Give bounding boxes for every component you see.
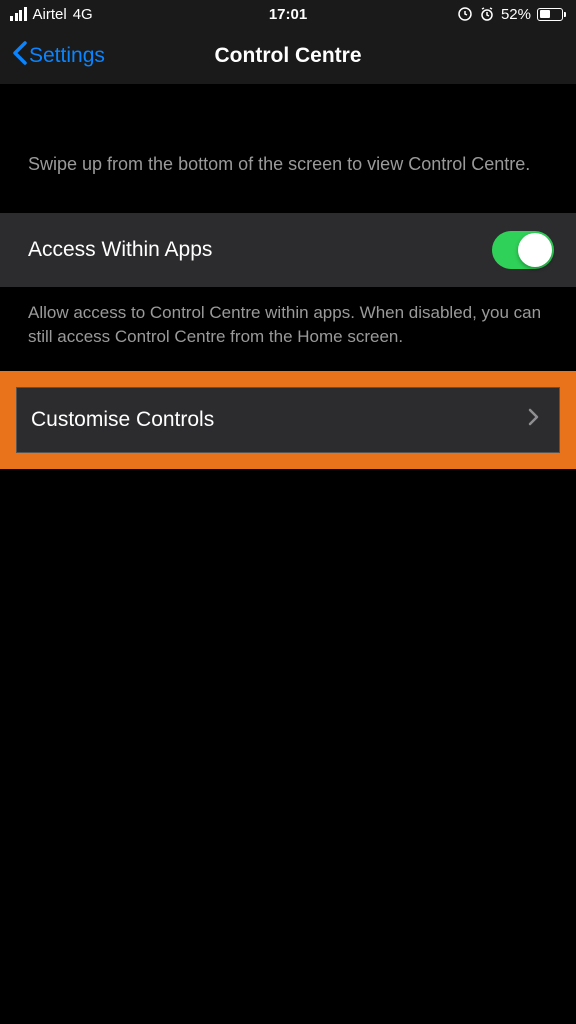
status-bar: Airtel 4G 17:01 52% bbox=[0, 0, 576, 28]
access-within-apps-row: Access Within Apps bbox=[0, 213, 576, 287]
back-button[interactable]: Settings bbox=[12, 41, 105, 71]
signal-strength-icon bbox=[10, 7, 27, 21]
access-within-apps-footer: Allow access to Control Centre within ap… bbox=[0, 287, 576, 371]
access-within-apps-toggle[interactable] bbox=[492, 231, 554, 269]
status-right: 52% bbox=[457, 6, 566, 23]
access-within-apps-label: Access Within Apps bbox=[28, 238, 212, 262]
toggle-knob bbox=[518, 233, 552, 267]
back-label: Settings bbox=[29, 44, 105, 68]
status-left: Airtel 4G bbox=[10, 6, 93, 23]
page-title: Control Centre bbox=[215, 44, 362, 68]
navigation-bar: Settings Control Centre bbox=[0, 28, 576, 84]
highlight-annotation: Customise Controls bbox=[0, 371, 576, 469]
customise-controls-label: Customise Controls bbox=[31, 408, 214, 432]
chevron-right-icon bbox=[528, 408, 539, 431]
chevron-left-icon bbox=[12, 41, 27, 71]
battery-percentage: 52% bbox=[501, 6, 531, 23]
intro-section: Swipe up from the bottom of the screen t… bbox=[0, 84, 576, 213]
customise-controls-row[interactable]: Customise Controls bbox=[16, 387, 560, 453]
network-label: 4G bbox=[73, 6, 93, 23]
alarm-icon bbox=[479, 6, 495, 22]
rotation-lock-icon bbox=[457, 6, 473, 22]
carrier-label: Airtel bbox=[33, 6, 67, 23]
intro-description: Swipe up from the bottom of the screen t… bbox=[28, 152, 548, 177]
status-time: 17:01 bbox=[269, 6, 307, 23]
battery-icon bbox=[537, 8, 566, 21]
